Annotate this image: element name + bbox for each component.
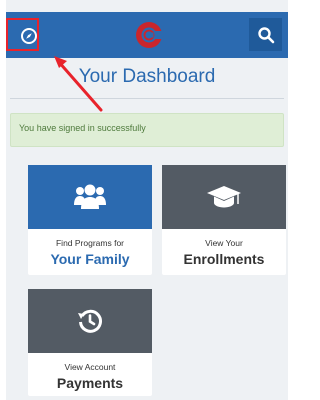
history-icon (78, 309, 102, 333)
search-icon (257, 26, 274, 43)
tile-icon-area (162, 165, 286, 229)
tile-view-enrollments[interactable]: View Your Enrollments (162, 165, 286, 275)
graduation-cap-icon (207, 186, 241, 208)
tile-title: Your Family (50, 251, 130, 267)
tile-title: Enrollments (183, 251, 265, 267)
search-button[interactable] (249, 18, 282, 51)
group-icon (74, 184, 106, 209)
tile-subtitle: View Account (64, 362, 116, 372)
app-screen: Your Dashboard You have signed in succes… (6, 0, 288, 400)
c-logo-icon (136, 22, 164, 48)
tile-icon-area (28, 165, 152, 229)
tile-subtitle: Find Programs for (55, 238, 125, 248)
tile-icon-area (28, 289, 152, 353)
alert-text: You have signed in successfully (19, 123, 146, 133)
tile-title: Payments (56, 375, 124, 391)
tile-view-payments[interactable]: View Account Payments (28, 289, 152, 396)
page-title: Your Dashboard (78, 66, 216, 87)
annotation-highlight-box (6, 18, 39, 51)
title-divider (10, 98, 284, 99)
top-navigation-bar (6, 12, 288, 58)
tile-find-programs[interactable]: Find Programs for Your Family (28, 165, 152, 275)
tile-subtitle: View Your (205, 238, 243, 248)
success-alert: You have signed in successfully (10, 113, 284, 147)
